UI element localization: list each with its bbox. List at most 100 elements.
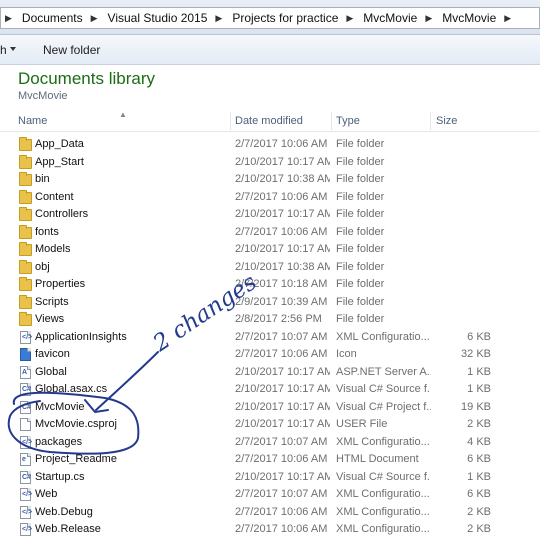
- breadcrumb-separator-icon[interactable]: ▶: [211, 13, 226, 24]
- file-name: Project_Readme: [35, 453, 117, 465]
- file-name: fonts: [35, 225, 59, 238]
- file-name: App_Data: [35, 138, 84, 150]
- breadcrumb[interactable]: ▶ Documents ▶ Visual Studio 2015 ▶ Projects f…: [0, 7, 540, 29]
- folder-icon: [19, 312, 32, 326]
- file-row[interactable]: </> Web 2/7/2017 10:07 AM XML Configuratio.…: [0, 486, 540, 504]
- column-divider[interactable]: [230, 112, 231, 130]
- breadcrumb-item[interactable]: Documents: [16, 11, 87, 25]
- file-row[interactable]: Content 2/7/2017 10:06 AM File folder: [0, 189, 540, 207]
- file-date: 2/10/2017 10:17 AM: [235, 243, 330, 255]
- file-row[interactable]: App_Data 2/7/2017 10:06 AM File folder: [0, 136, 540, 154]
- file-date: 2/7/2017 10:06 AM: [235, 225, 328, 238]
- file-name: packages: [35, 435, 83, 448]
- folder-icon: [19, 189, 32, 204]
- file-row[interactable]: C# MvcMovie 2/10/2017 10:17 AM Visual C# Pr…: [0, 399, 540, 417]
- file-type: Icon: [336, 348, 357, 360]
- csproj-icon: C#: [20, 400, 31, 414]
- breadcrumb-item[interactable]: MvcMovie: [436, 11, 500, 25]
- file-date: 2/7/2017 10:07 AM: [235, 330, 328, 343]
- folder-icon: [19, 207, 32, 221]
- file-date: 2/7/2017 10:07 AM: [235, 488, 328, 500]
- library-subtitle: MvcMovie: [18, 90, 68, 102]
- file-name: obj: [35, 260, 50, 273]
- file-name: Web: [35, 488, 58, 500]
- breadcrumb-separator-icon[interactable]: ▶: [500, 13, 515, 24]
- file-row[interactable]: </> packages 2/7/2017 10:07 AM XML Configur…: [0, 434, 540, 452]
- breadcrumb-item[interactable]: MvcMovie: [357, 11, 421, 25]
- file-row[interactable]: e Project_Readme 2/7/2017 10:06 AM HTML Doc…: [0, 451, 540, 469]
- file-size: 6 KB: [467, 488, 491, 500]
- file-row[interactable]: </> ApplicationInsights 2/7/2017 10:07 AM X…: [0, 329, 540, 347]
- file-type: File folder: [336, 173, 385, 185]
- file-date: 2/7/2017 10:07 AM: [235, 435, 328, 448]
- file-row[interactable]: C# Global.asax.cs 2/10/2017 10:17 AM Visual…: [0, 381, 540, 399]
- column-header-date[interactable]: Date modified: [235, 115, 303, 127]
- file-row[interactable]: Scripts 2/9/2017 10:39 AM File folder: [0, 294, 540, 312]
- file-glyph: </>: [22, 508, 33, 516]
- file-name: Models: [35, 243, 71, 255]
- csharp-file-icon: C#: [20, 470, 31, 484]
- file-date: 2/10/2017 10:17 AM: [235, 418, 330, 430]
- file-row[interactable]: Models 2/10/2017 10:17 AM File folder: [0, 241, 540, 259]
- folder-icon: [19, 242, 32, 256]
- file-row[interactable]: bin 2/10/2017 10:38 AM File folder: [0, 171, 540, 189]
- file-name: Controllers: [35, 208, 89, 220]
- file-date: 2/9/2017 10:39 AM: [235, 295, 328, 308]
- file-name: App_Start: [35, 155, 84, 168]
- file-date: 2/7/2017 10:06 AM: [235, 348, 328, 360]
- file-row[interactable]: MvcMovie.csproj 2/10/2017 10:17 AM USER Fi…: [0, 416, 540, 434]
- file-size: 2 KB: [467, 505, 491, 518]
- file-size: 19 KB: [461, 400, 491, 413]
- file-glyph: </>: [22, 438, 33, 446]
- file-size: 6 KB: [467, 453, 491, 465]
- file-date: 2/10/2017 10:38 AM: [235, 173, 330, 185]
- sort-up-icon: ▲: [119, 110, 127, 119]
- file-glyph: e: [22, 456, 26, 463]
- file-type: ASP.NET Server A...: [336, 365, 431, 378]
- file-type: File folder: [336, 278, 385, 290]
- file-row[interactable]: </> Web.Debug 2/7/2017 10:06 AM XML Configu…: [0, 504, 540, 522]
- file-glyph: C#: [22, 386, 31, 393]
- file-row[interactable]: App_Start 2/10/2017 10:17 AM File folder: [0, 154, 540, 172]
- column-divider[interactable]: [430, 112, 431, 130]
- column-header-type[interactable]: Type: [336, 115, 360, 127]
- file-date: 2/7/2017 10:06 AM: [235, 505, 328, 518]
- file-type: XML Configuratio...: [336, 488, 430, 500]
- file-name: Web.Debug: [35, 505, 93, 518]
- breadcrumb-separator-icon[interactable]: ▶: [1, 13, 16, 24]
- breadcrumb-item[interactable]: Visual Studio 2015: [102, 11, 212, 25]
- library-title: Documents library: [18, 69, 155, 88]
- file-row[interactable]: Properties 2/7/2017 10:18 AM File folder: [0, 276, 540, 294]
- column-header-size[interactable]: Size: [436, 115, 457, 127]
- file-size: 4 KB: [467, 435, 491, 448]
- file-row[interactable]: fonts 2/7/2017 10:06 AM File folder: [0, 224, 540, 242]
- xml-config-icon: </>: [20, 505, 33, 519]
- file-name: ApplicationInsights: [35, 330, 127, 343]
- file-row[interactable]: Controllers 2/10/2017 10:17 AM File folder: [0, 206, 540, 224]
- file-type: File folder: [336, 155, 385, 168]
- breadcrumb-separator-icon[interactable]: ▶: [342, 13, 357, 24]
- file-row[interactable]: favicon 2/7/2017 10:06 AM Icon 32 KB: [0, 346, 540, 364]
- file-row[interactable]: C# Startup.cs 2/10/2017 10:17 AM Visual C# …: [0, 469, 540, 487]
- file-name: Properties: [35, 278, 86, 290]
- file-date: 2/10/2017 10:17 AM: [235, 365, 330, 378]
- file-row[interactable]: A Global 2/10/2017 10:17 AM ASP.NET Server …: [0, 364, 540, 382]
- file-date: 2/7/2017 10:06 AM: [235, 190, 328, 203]
- file-date: 2/10/2017 10:38 AM: [235, 260, 330, 273]
- toolbar-share-button[interactable]: h: [0, 43, 7, 57]
- folder-icon: [19, 277, 32, 291]
- breadcrumb-item[interactable]: Projects for practice: [226, 11, 342, 25]
- column-divider[interactable]: [331, 112, 332, 130]
- new-folder-button[interactable]: New folder: [43, 43, 100, 57]
- dropdown-arrow-icon[interactable]: [10, 47, 16, 51]
- file-row[interactable]: obj 2/10/2017 10:38 AM File folder: [0, 259, 540, 277]
- file-row[interactable]: Views 2/8/2017 2:56 PM File folder: [0, 311, 540, 329]
- file-type: HTML Document: [336, 453, 419, 465]
- breadcrumb-separator-icon[interactable]: ▶: [421, 13, 436, 24]
- file-row[interactable]: </> Web.Release 2/7/2017 10:06 AM XML Confi…: [0, 521, 540, 539]
- column-header-name[interactable]: Name: [18, 115, 47, 127]
- file-date: 2/7/2017 10:18 AM: [235, 278, 328, 290]
- breadcrumb-separator-icon[interactable]: ▶: [87, 13, 102, 24]
- file-type: Visual C# Source f...: [336, 383, 431, 395]
- file-date: 2/10/2017 10:17 AM: [235, 155, 330, 168]
